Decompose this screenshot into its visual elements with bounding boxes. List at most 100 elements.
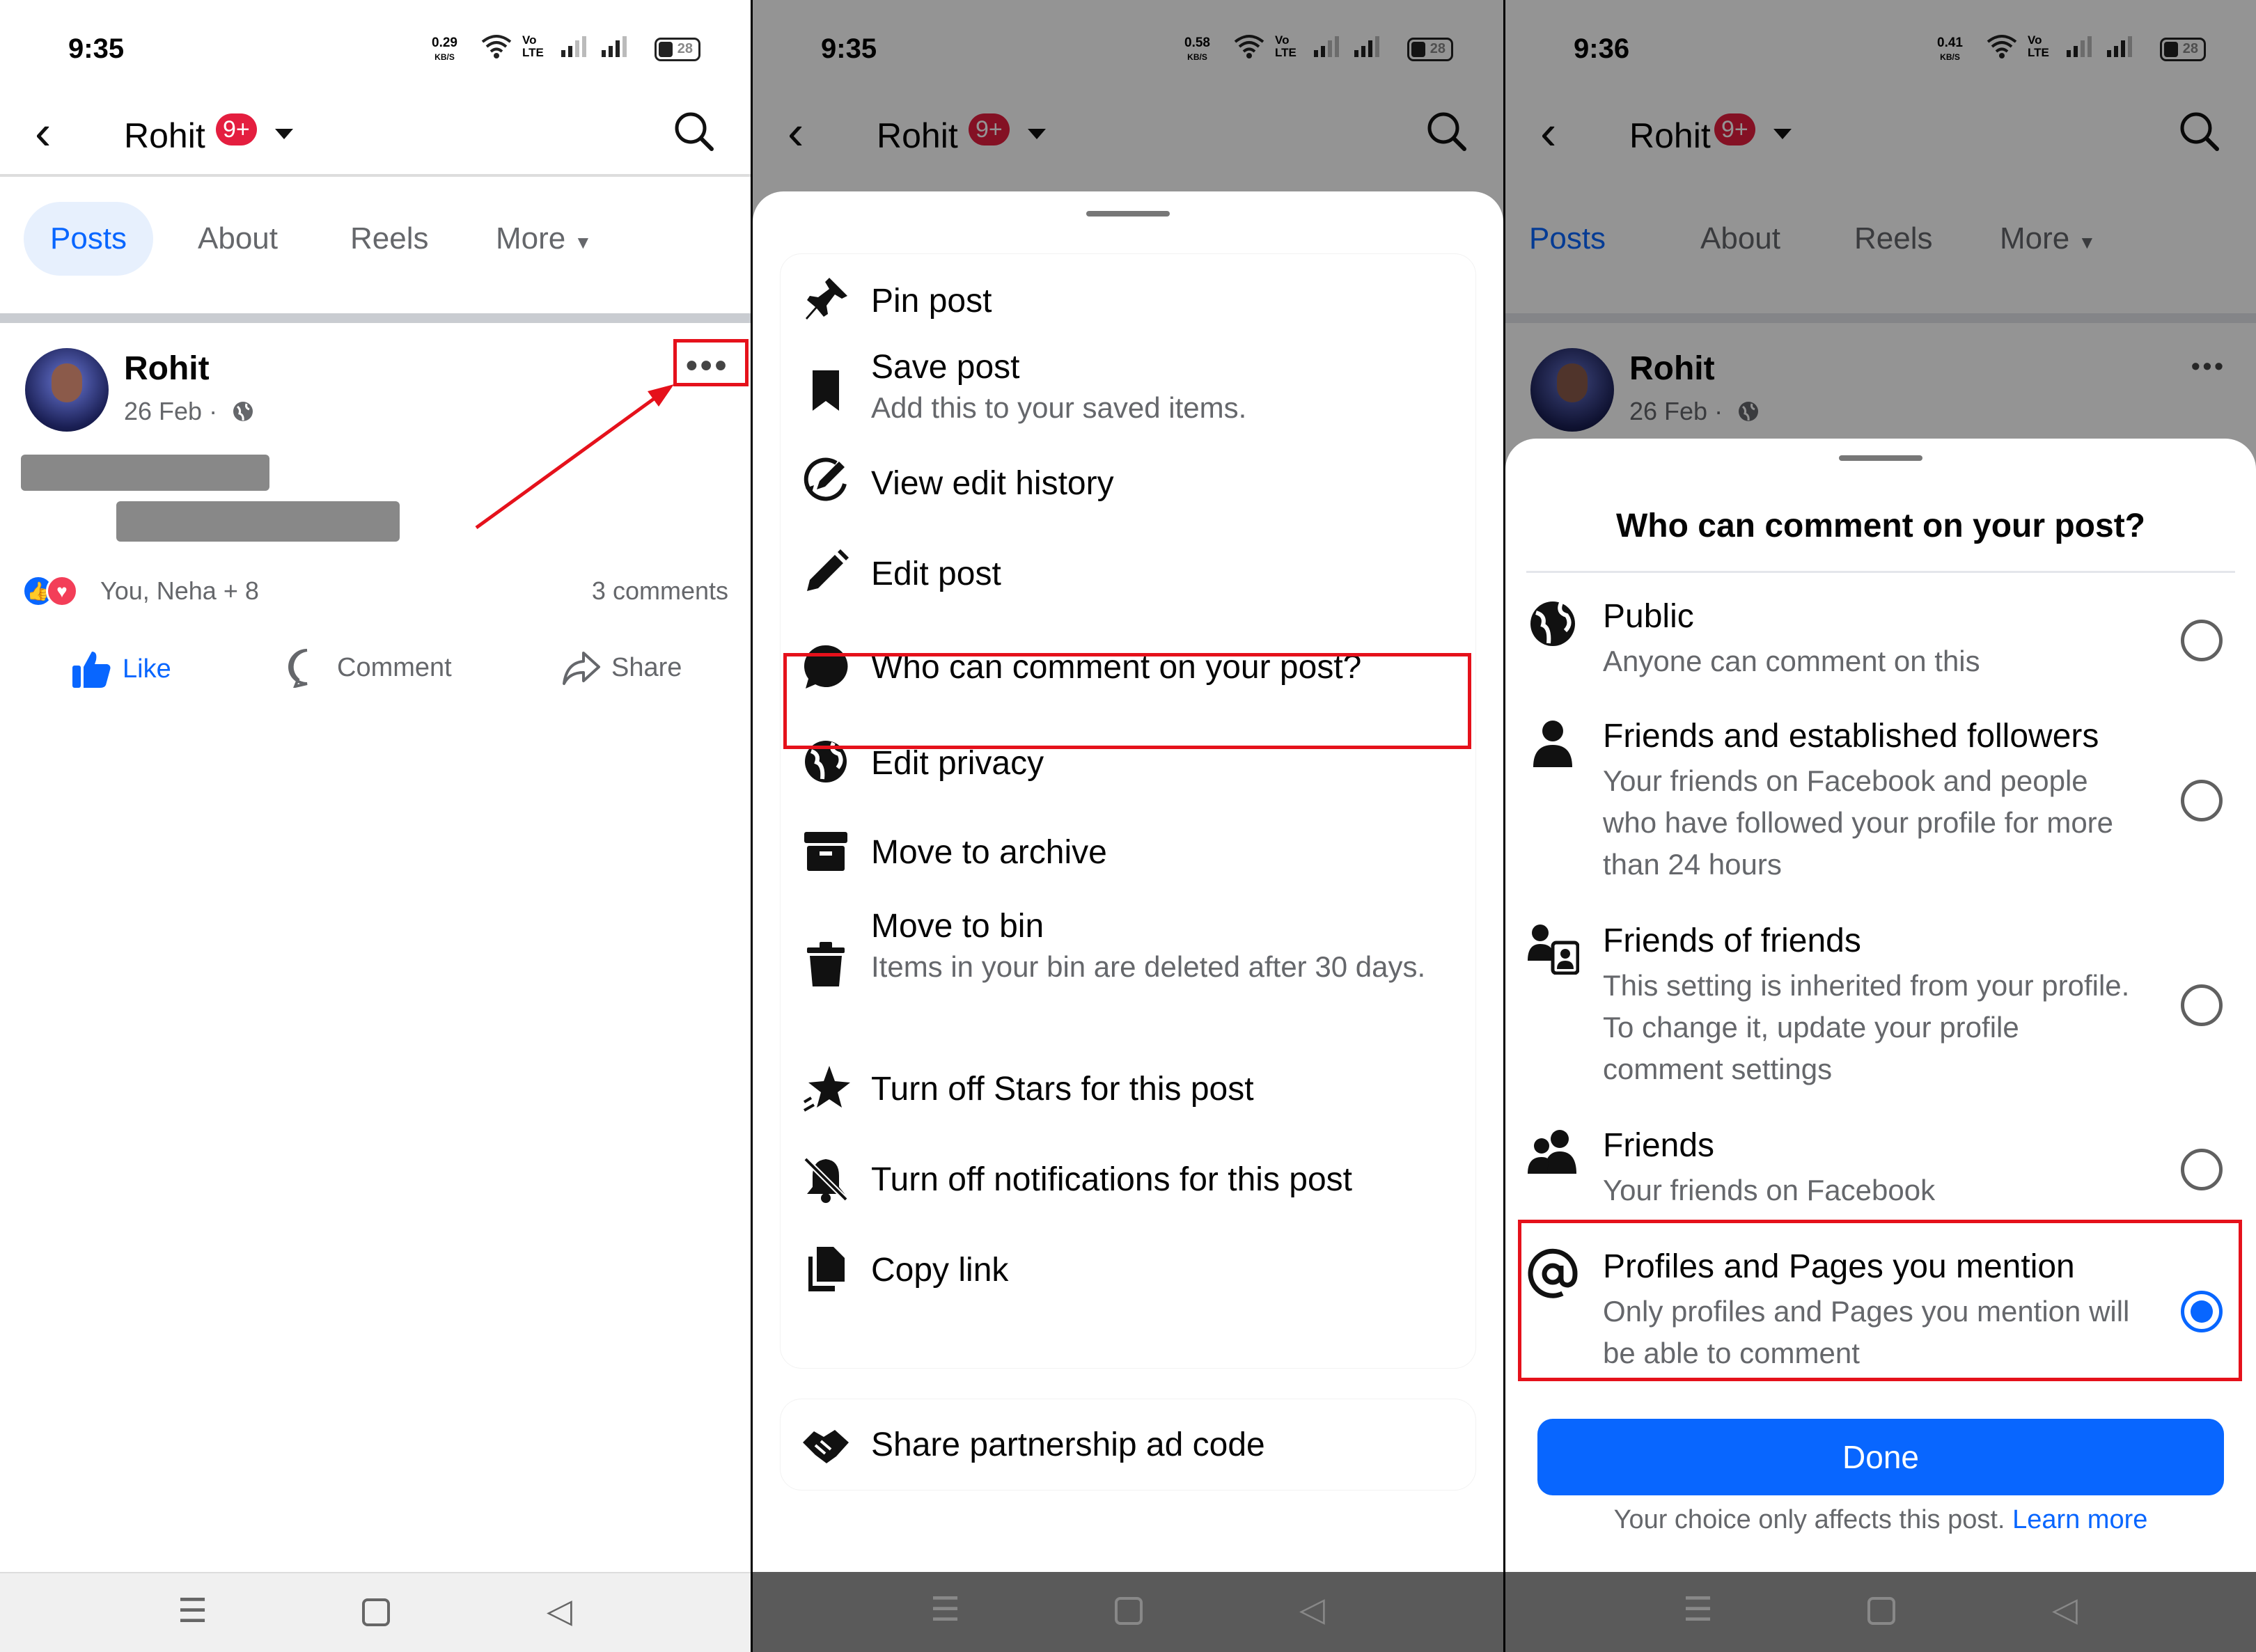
screen-who-can-comment: 9:36 0.41 KB/S Vo LTE 28 ‹ Rohit 9+ Posts… bbox=[1505, 0, 2256, 1652]
status-time: 9:35 bbox=[68, 33, 125, 64]
thumbs-up-icon bbox=[72, 652, 111, 688]
system-nav-bar: ☰ ◁ bbox=[0, 1572, 751, 1652]
status-bar: 9:35 0.29 KB/S Vo LTE 28 bbox=[0, 0, 751, 97]
back-nav-icon[interactable]: ◁ bbox=[547, 1594, 572, 1629]
home-icon[interactable] bbox=[362, 1598, 390, 1626]
blurred-text bbox=[21, 455, 269, 491]
pencil-icon bbox=[801, 548, 850, 597]
star-icon bbox=[801, 1064, 850, 1113]
radio-friends-and-followers[interactable] bbox=[2181, 780, 2223, 821]
profile-header: ‹ Rohit 9+ bbox=[0, 97, 751, 174]
pin-icon bbox=[801, 275, 850, 324]
profile-tabs: Posts About Reels More ▼ bbox=[0, 188, 751, 292]
highlight-box bbox=[673, 339, 749, 386]
menu-item-move-to-bin[interactable]: Move to bin Items in your bin are delete… bbox=[781, 902, 1475, 1041]
back-nav-icon[interactable]: ◁ bbox=[2052, 1593, 2078, 1628]
home-icon[interactable] bbox=[1867, 1597, 1895, 1625]
option-public[interactable]: Public Anyone can comment on this bbox=[1505, 585, 2256, 696]
like-button[interactable]: Like bbox=[70, 647, 171, 691]
friends-of-friends-icon bbox=[1526, 922, 1580, 975]
archive-icon bbox=[801, 826, 850, 875]
menu-item-move-to-archive[interactable]: Move to archive bbox=[781, 811, 1475, 895]
reactions-text: You, Neha + 8 bbox=[100, 576, 259, 605]
copy-icon bbox=[801, 1245, 850, 1294]
menu-item-edit-post[interactable]: Edit post bbox=[781, 533, 1475, 616]
screen-profile-post: 9:35 0.29 KB/S Vo LTE 28 ‹ Rohit 9+ Posts… bbox=[0, 0, 751, 1652]
menu-item-save-post[interactable]: Save post Add this to your saved items. bbox=[781, 341, 1475, 439]
notification-badge: 9+ bbox=[216, 113, 257, 145]
sheet-title: Who can comment on your post? bbox=[1615, 508, 2145, 544]
comments-count[interactable]: 3 comments bbox=[592, 576, 728, 606]
menu-item-share-partnership-ad-code[interactable]: Share partnership ad code bbox=[781, 1399, 1475, 1490]
back-arrow-icon[interactable]: ‹ bbox=[35, 108, 51, 157]
system-nav-bar: ☰ ◁ bbox=[1505, 1572, 2256, 1652]
highlight-box bbox=[1518, 1220, 2242, 1381]
chevron-down-icon[interactable] bbox=[275, 129, 293, 139]
wifi-icon bbox=[481, 35, 512, 58]
handshake-icon bbox=[801, 1422, 850, 1470]
who-can-comment-sheet: Who can comment on your post? Public Any… bbox=[1505, 439, 2256, 1572]
search-icon[interactable] bbox=[671, 109, 716, 153]
blurred-text bbox=[116, 501, 400, 542]
edit-history-icon bbox=[801, 456, 850, 505]
signal-icon-2 bbox=[602, 36, 627, 57]
recents-icon[interactable]: ☰ bbox=[1683, 1593, 1713, 1628]
post-actions: Like Comment Share bbox=[0, 640, 751, 703]
partnership-group: Share partnership ad code bbox=[781, 1399, 1475, 1490]
avatar[interactable] bbox=[25, 348, 109, 432]
tab-reels[interactable]: Reels bbox=[350, 202, 429, 276]
profile-name[interactable]: Rohit bbox=[124, 111, 205, 160]
done-button[interactable]: Done bbox=[1537, 1419, 2224, 1495]
globe-icon bbox=[233, 402, 253, 421]
reactions-row[interactable]: 👍 ♥ You, Neha + 8 3 comments bbox=[22, 571, 728, 613]
tab-more[interactable]: More ▼ bbox=[496, 202, 592, 276]
options-group: Pin post Save post Add this to your save… bbox=[781, 254, 1475, 1368]
option-friends-of-friends[interactable]: Friends of friends This setting is inher… bbox=[1505, 909, 2256, 1104]
comment-icon bbox=[288, 649, 308, 688]
footer-note: Your choice only affects this post. Lear… bbox=[1613, 1505, 2148, 1534]
sheet-handle[interactable] bbox=[1086, 211, 1170, 217]
divider bbox=[1526, 571, 2235, 573]
radio-friends[interactable] bbox=[2181, 1149, 2223, 1190]
home-icon[interactable] bbox=[1115, 1597, 1143, 1625]
screen-post-menu: 9:35 0.58 KB/S Vo LTE 28 ‹ Rohit 9+ Pin p… bbox=[753, 0, 1503, 1652]
menu-item-copy-link[interactable]: Copy link bbox=[781, 1229, 1475, 1312]
share-button[interactable]: Share bbox=[561, 647, 682, 688]
post-options-sheet: Pin post Save post Add this to your save… bbox=[753, 191, 1503, 1572]
option-friends[interactable]: Friends Your friends on Facebook bbox=[1505, 1114, 2256, 1225]
radio-friends-of-friends[interactable] bbox=[2181, 984, 2223, 1026]
recents-icon[interactable]: ☰ bbox=[178, 1594, 207, 1629]
post-date: 26 Feb · bbox=[124, 397, 255, 426]
love-reaction-icon: ♥ bbox=[46, 575, 78, 607]
sheet-handle[interactable] bbox=[1839, 455, 1922, 461]
globe-icon bbox=[1526, 597, 1579, 650]
back-nav-icon[interactable]: ◁ bbox=[1299, 1593, 1325, 1628]
tab-posts[interactable]: Posts bbox=[24, 202, 154, 276]
tab-about[interactable]: About bbox=[198, 202, 278, 276]
section-divider bbox=[0, 313, 751, 323]
battery-icon: 28 bbox=[655, 38, 700, 61]
signal-icons: Vo LTE bbox=[480, 33, 631, 60]
menu-item-turn-off-notifications[interactable]: Turn off notifications for this post bbox=[781, 1138, 1475, 1222]
comment-button[interactable]: Comment bbox=[287, 647, 452, 688]
signal-icon bbox=[561, 36, 586, 57]
post-author[interactable]: Rohit bbox=[124, 349, 210, 388]
share-icon bbox=[563, 652, 600, 685]
menu-item-pin-post[interactable]: Pin post bbox=[781, 261, 1475, 338]
option-friends-and-followers[interactable]: Friends and established followers Your f… bbox=[1505, 705, 2256, 899]
divider bbox=[0, 174, 751, 177]
menu-item-turn-off-stars[interactable]: Turn off Stars for this post bbox=[781, 1048, 1475, 1131]
network-speed: 0.29 KB/S bbox=[432, 36, 457, 62]
person-icon bbox=[1526, 717, 1579, 770]
highlight-box bbox=[783, 653, 1471, 749]
friends-icon bbox=[1526, 1126, 1579, 1179]
bookmark-icon bbox=[801, 366, 850, 415]
volte-label: Vo LTE bbox=[522, 33, 544, 59]
recents-icon[interactable]: ☰ bbox=[930, 1593, 960, 1628]
trash-icon bbox=[801, 941, 850, 989]
menu-item-view-edit-history[interactable]: View edit history bbox=[781, 442, 1475, 526]
bell-off-icon bbox=[801, 1155, 850, 1204]
system-nav-bar: ☰ ◁ bbox=[753, 1572, 1503, 1652]
learn-more-link[interactable]: Learn more bbox=[2012, 1505, 2147, 1534]
radio-public[interactable] bbox=[2181, 620, 2223, 661]
